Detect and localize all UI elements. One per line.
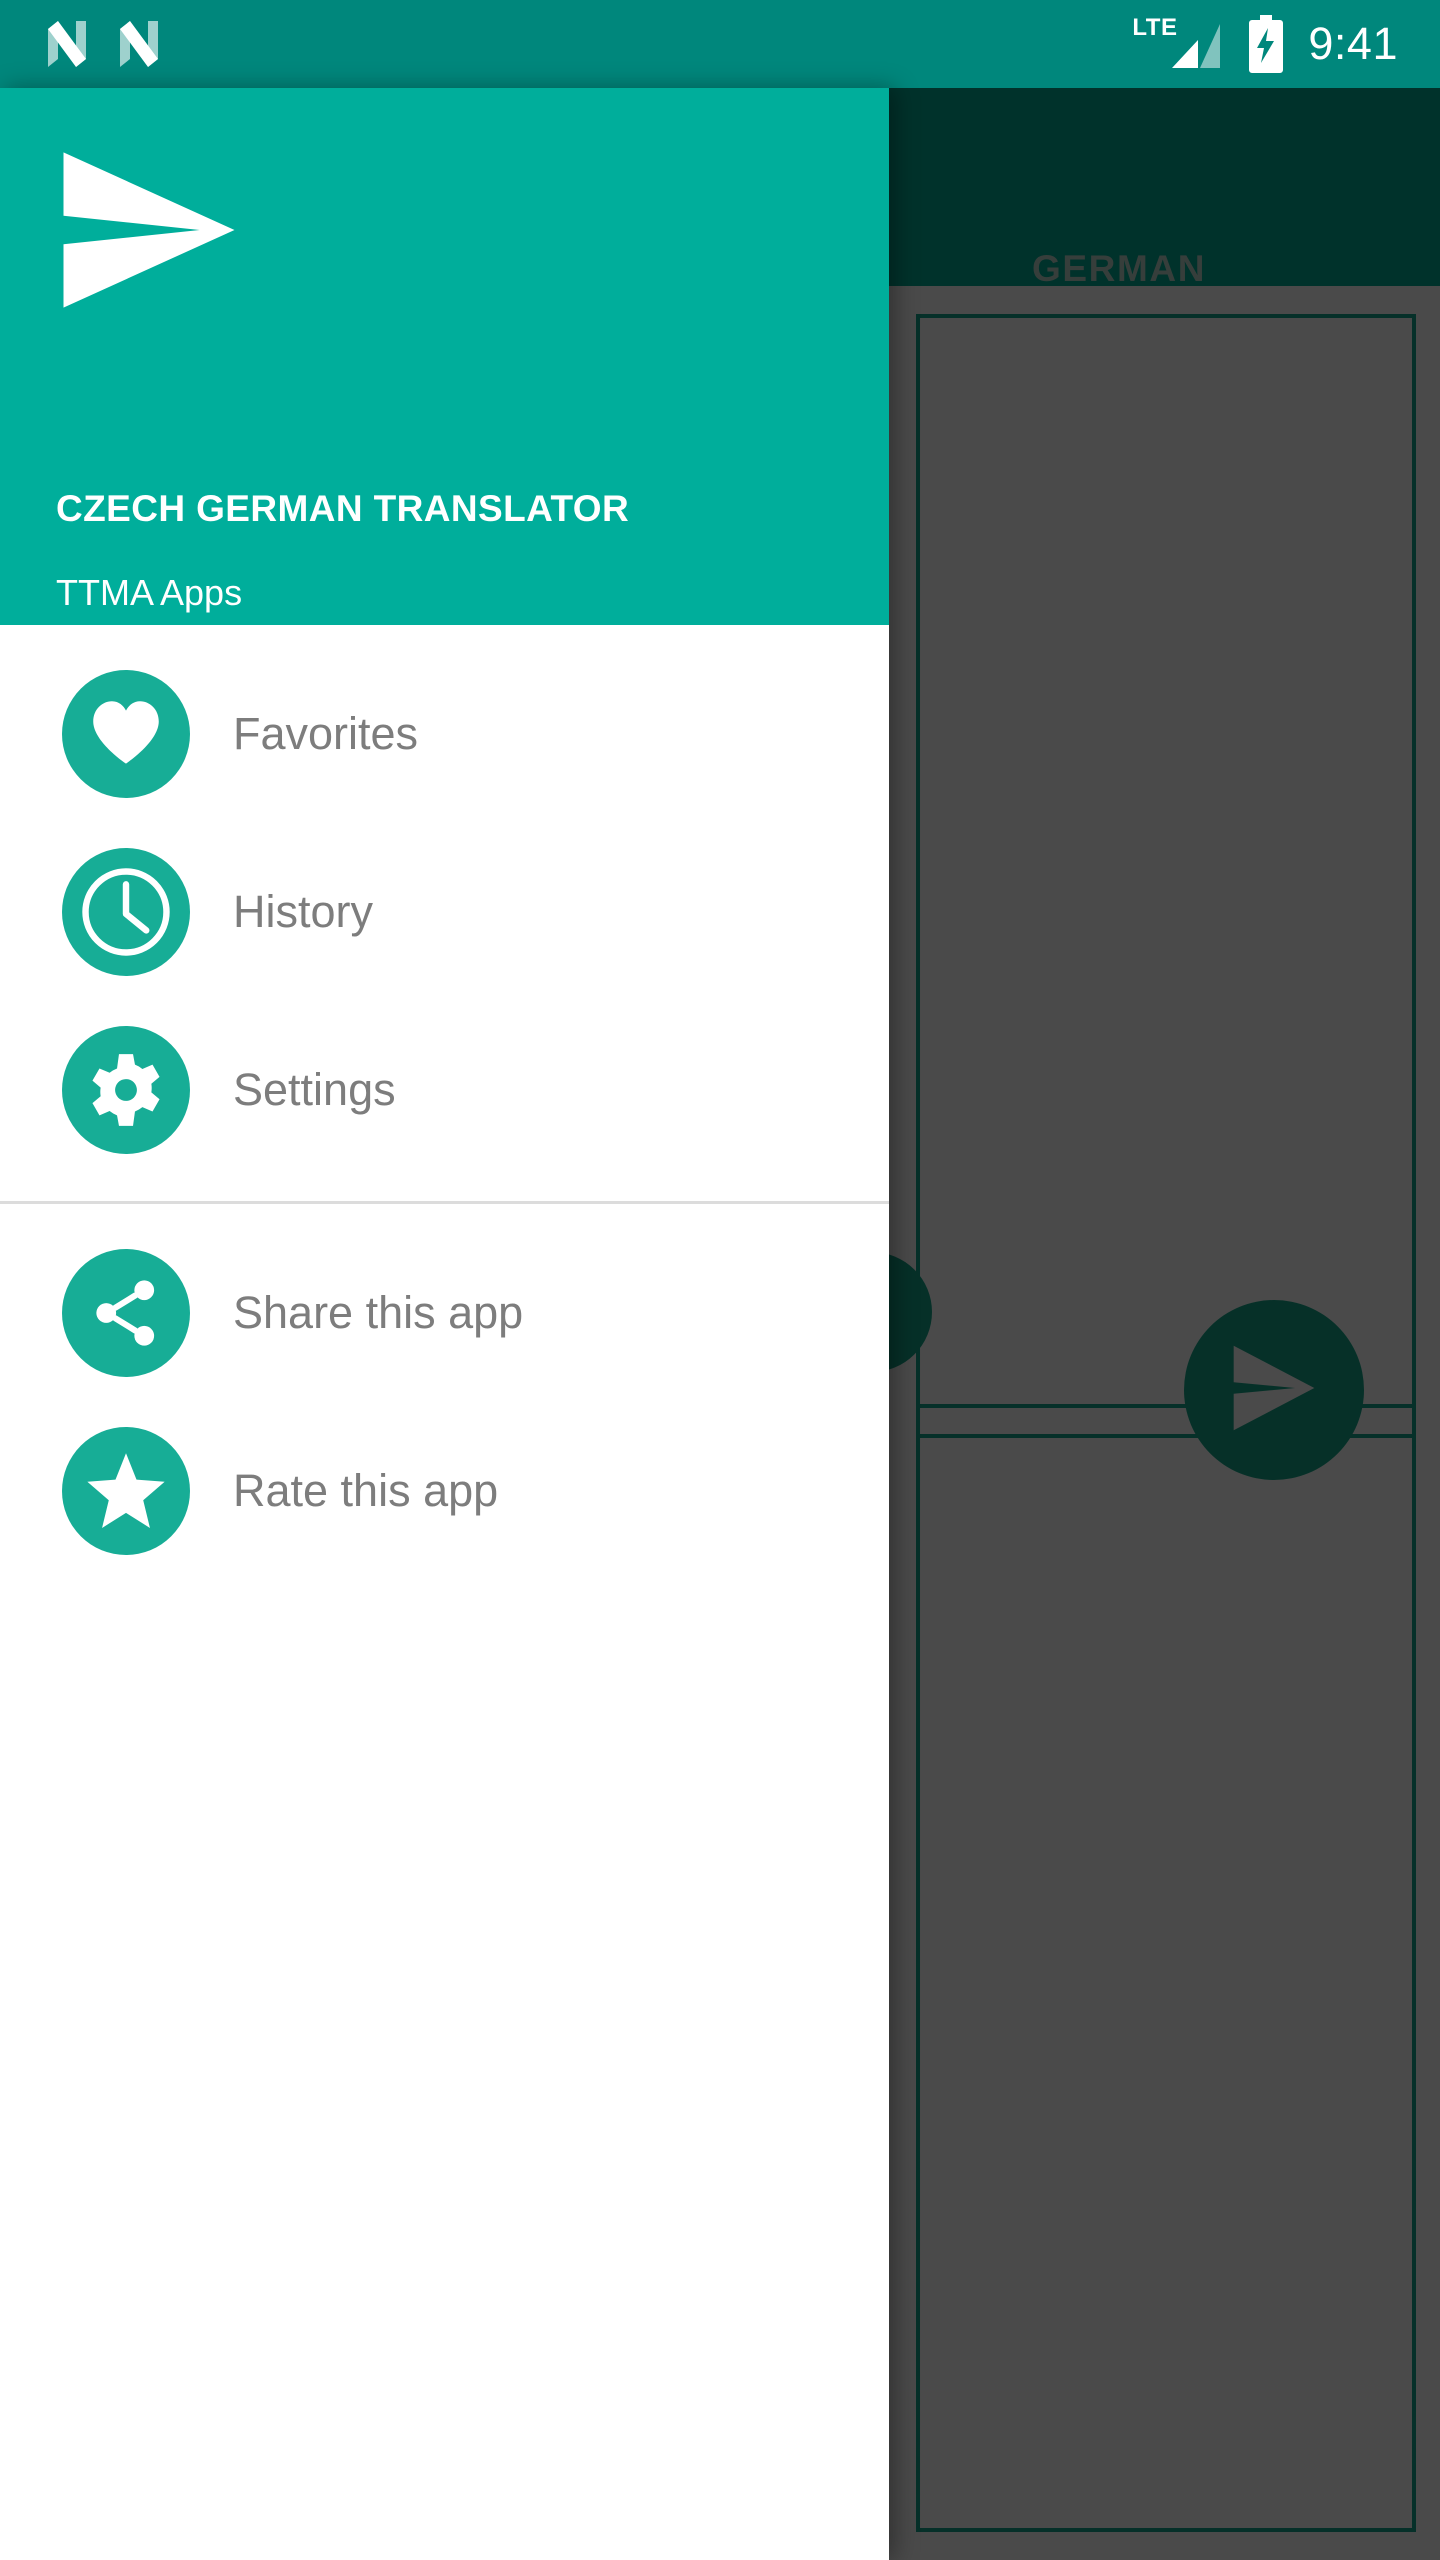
android-n-logo-icon xyxy=(116,19,162,69)
drawer-primary-menu: Favorites History Settings xyxy=(0,625,889,1179)
drawer-header: CZECH GERMAN TRANSLATOR TTMA Apps xyxy=(0,88,889,625)
sidebar-item-share-this-app[interactable]: Share this app xyxy=(0,1224,889,1402)
network-status: LTE xyxy=(1132,14,1224,72)
gear-icon xyxy=(62,1026,190,1154)
send-paper-plane-icon xyxy=(54,146,244,314)
app-title: CZECH GERMAN TRANSLATOR xyxy=(56,488,630,529)
clock-icon xyxy=(62,848,190,976)
sidebar-item-label: Share this app xyxy=(233,1287,524,1338)
drawer-secondary-menu: Share this app Rate this app xyxy=(0,1204,889,1580)
sidebar-item-label: History xyxy=(233,886,374,937)
sidebar-item-settings[interactable]: Settings xyxy=(0,1001,889,1179)
sidebar-item-history[interactable]: History xyxy=(0,823,889,1001)
phone-screen: GERMAN LTE 9:41 CZECH GERMAN TRANSLATOR … xyxy=(0,0,1440,2560)
signal-bars-icon xyxy=(1170,22,1222,70)
sidebar-item-favorites[interactable]: Favorites xyxy=(0,645,889,823)
sidebar-item-label: Settings xyxy=(233,1064,396,1115)
star-icon xyxy=(62,1427,190,1555)
sidebar-item-rate-this-app[interactable]: Rate this app xyxy=(0,1402,889,1580)
android-n-logo-icon xyxy=(44,19,90,69)
heart-icon xyxy=(62,670,190,798)
battery-charging-icon xyxy=(1246,15,1286,73)
status-system-area: LTE 9:41 xyxy=(1132,0,1398,88)
share-icon xyxy=(62,1249,190,1377)
status-clock: 9:41 xyxy=(1308,18,1398,69)
drawer-scrim[interactable] xyxy=(888,88,1440,2560)
status-bar: LTE 9:41 xyxy=(0,0,1440,88)
app-publisher: TTMA Apps xyxy=(56,572,243,613)
sidebar-item-label: Rate this app xyxy=(233,1465,499,1516)
status-notification-area xyxy=(44,19,162,69)
navigation-drawer: CZECH GERMAN TRANSLATOR TTMA Apps Favori… xyxy=(0,88,889,2560)
sidebar-item-label: Favorites xyxy=(233,708,419,759)
